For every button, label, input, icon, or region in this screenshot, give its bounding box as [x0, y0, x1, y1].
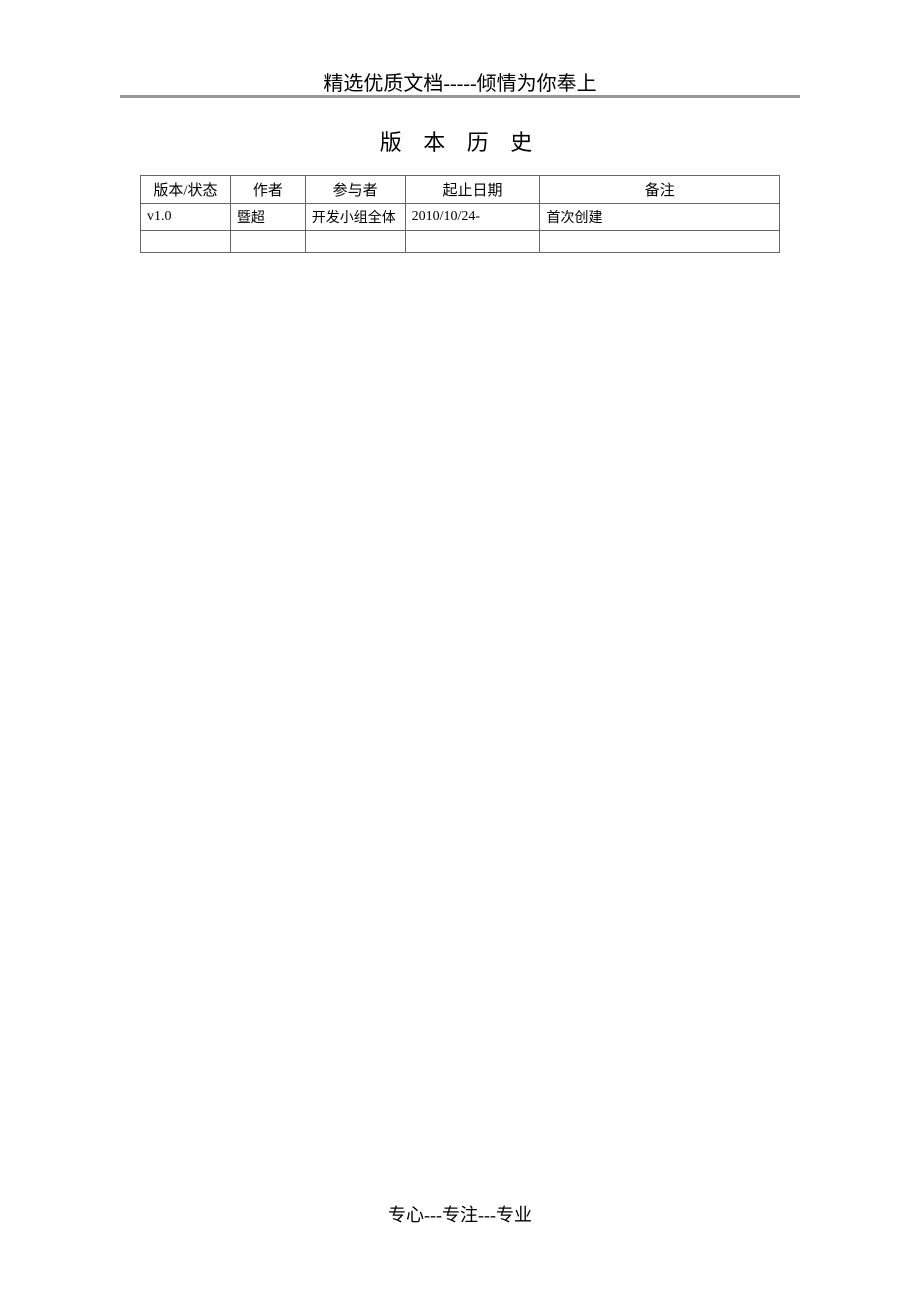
title-text: 版 本 历 史 [380, 130, 541, 155]
header-participant: 参与者 [305, 176, 405, 204]
table-row [141, 231, 780, 253]
cell-participant: 开发小组全体 [305, 204, 405, 231]
header-note: 备注 [540, 176, 780, 204]
page-header: 精选优质文档-----倾情为你奉上 [120, 67, 800, 96]
version-history-table: 版本/状态 作者 参与者 起止日期 备注 v1.0 暨超 开发小组全体 2010… [140, 175, 780, 253]
cell-date [405, 231, 540, 253]
table-row: v1.0 暨超 开发小组全体 2010/10/24- 首次创建 [141, 204, 780, 231]
cell-note: 首次创建 [540, 204, 780, 231]
cell-date: 2010/10/24- [405, 204, 540, 231]
page-footer: 专心---专注---专业 [0, 1201, 920, 1227]
table-header-row: 版本/状态 作者 参与者 起止日期 备注 [141, 176, 780, 204]
footer-text: 专心---专注---专业 [388, 1205, 532, 1225]
cell-version [141, 231, 231, 253]
header-rule [120, 95, 800, 98]
cell-note [540, 231, 780, 253]
cell-version: v1.0 [141, 204, 231, 231]
cell-author: 暨超 [230, 204, 305, 231]
cell-author [230, 231, 305, 253]
header-author: 作者 [230, 176, 305, 204]
cell-participant [305, 231, 405, 253]
header-text: 精选优质文档-----倾情为你奉上 [323, 73, 596, 95]
page-title: 版 本 历 史 [0, 125, 920, 157]
header-date: 起止日期 [405, 176, 540, 204]
header-version: 版本/状态 [141, 176, 231, 204]
